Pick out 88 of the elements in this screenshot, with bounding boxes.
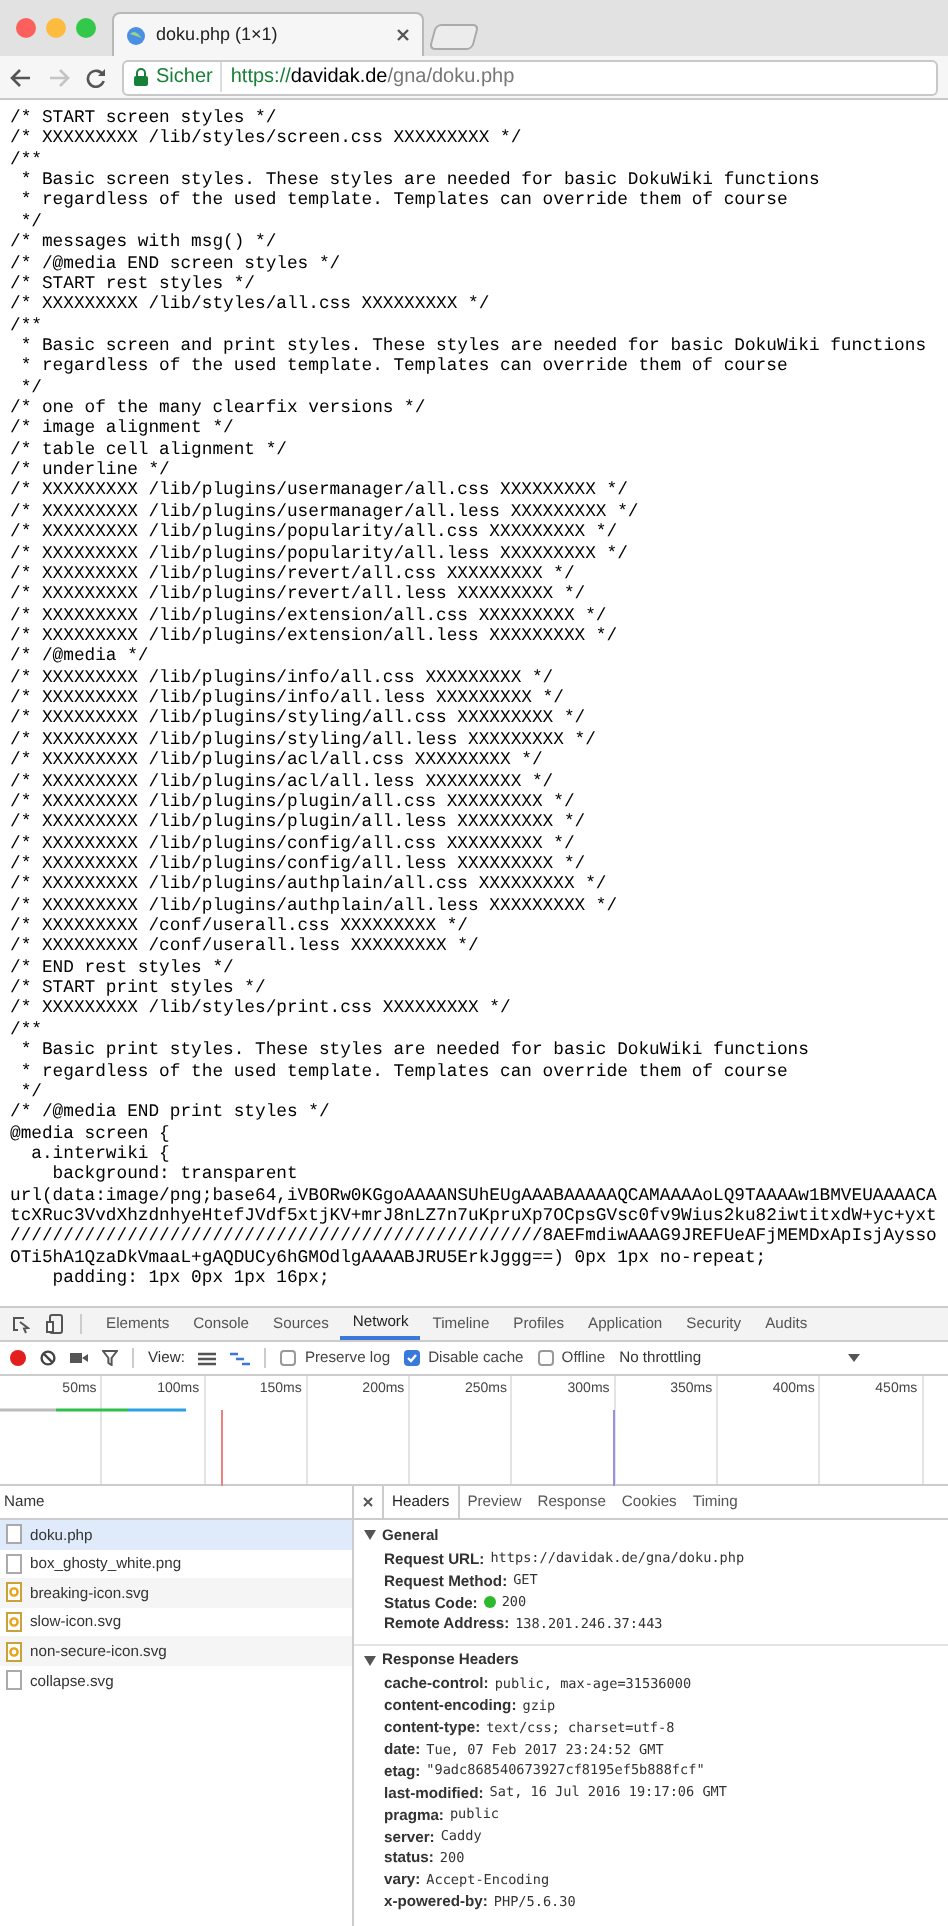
- code-line: a.interwiki {: [29, 1143, 170, 1165]
- code-line: /* XXXXXXXXX /lib/plugins/config/all.css XXXXXXXXX */: [10, 833, 575, 854]
- code-line: background: transparent: [50, 1164, 298, 1186]
- image-file-icon: [6, 1582, 22, 1603]
- code-line: * Basic print styles. These styles are needed for basic DokuWiki functions: [18, 1040, 809, 1062]
- code-line: /* XXXXXXXXX /lib/plugins/acl/all.less XXXXXXXXX */: [10, 771, 554, 792]
- code-line: /* XXXXXXXXX /lib/plugins/info/all.less XXXXXXXXX */: [10, 688, 564, 709]
- code-line: /* XXXXXXXXX /conf/userall.less XXXXXXXXX */: [10, 936, 479, 958]
- close-icon[interactable]: [396, 28, 410, 42]
- code-line: * Basic screen styles. These styles are needed for basic DokuWiki functions: [18, 170, 820, 191]
- inspect-element-icon[interactable]: [12, 1315, 30, 1333]
- file-icon: [6, 1670, 22, 1691]
- record-button[interactable]: [10, 1350, 26, 1366]
- code-line: * regardless of the used template. Templates can override them of course: [18, 356, 788, 378]
- checkbox[interactable]: [280, 1349, 297, 1366]
- code-line: /* START print styles */: [10, 978, 266, 999]
- code-line: /* START rest styles */: [10, 273, 255, 295]
- waterfall-view-icon[interactable]: [230, 1351, 251, 1365]
- dropdown-arrow-icon: [848, 1353, 860, 1362]
- code-line: /* one of the many clearfix versions */: [10, 398, 426, 419]
- code-line: /* XXXXXXXXX /lib/plugins/acl/all.css XXXXXXXXX */: [10, 750, 543, 771]
- lock-icon: [134, 68, 148, 86]
- code-line: /* XXXXXXXXX /conf/userall.css XXXXXXXXX */: [10, 916, 469, 937]
- code-line: */: [18, 377, 42, 399]
- code-line: /* XXXXXXXXX /lib/plugins/authplain/all.css XXXXXXXXX */: [10, 874, 607, 896]
- code-line: /* XXXXXXXXX /lib/plugins/revert/all.less XXXXXXXXX */: [10, 584, 586, 606]
- code-line: /* /@media END print styles */: [10, 1102, 330, 1124]
- code-line: /* XXXXXXXXX /lib/plugins/popularity/all.less XXXXXXXXX */: [10, 543, 628, 564]
- code-line: /* END rest styles */: [10, 957, 234, 979]
- code-line: /* XXXXXXXXX /lib/plugins/plugin/all.css XXXXXXXXX */: [10, 791, 575, 813]
- file-icon: [6, 1553, 22, 1574]
- disclosure-triangle-icon[interactable]: [364, 1655, 376, 1666]
- address-bar[interactable]: Sicher https://davidak.de/gna/doku.php: [122, 59, 938, 95]
- code-line: /* XXXXXXXXX /lib/styles/print.css XXXXXXXXX */: [10, 998, 511, 1020]
- code-line: padding: 1px 0px 1px 16px;: [50, 1268, 330, 1289]
- code-line: @media screen {: [10, 1123, 170, 1144]
- clear-icon[interactable]: [40, 1350, 56, 1366]
- code-line: /* XXXXXXXXX /lib/plugins/popularity/all.css XXXXXXXXX */: [10, 522, 618, 544]
- code-line: /* START screen styles */: [10, 108, 277, 129]
- code-line: /* XXXXXXXXX /lib/plugins/usermanager/all.less XXXXXXXXX */: [10, 501, 639, 523]
- code-line: /* XXXXXXXXX /lib/plugins/config/all.less XXXXXXXXX */: [10, 853, 586, 875]
- close-icon[interactable]: [362, 1496, 374, 1508]
- filter-icon[interactable]: [102, 1350, 118, 1366]
- code-line: /* XXXXXXXXX /lib/plugins/styling/all.css XXXXXXXXX */: [10, 708, 586, 730]
- code-line: /* /@media */: [10, 646, 149, 668]
- code-line: /**: [10, 149, 42, 171]
- file-icon: [6, 1524, 22, 1545]
- globe-icon: [126, 25, 146, 45]
- url-text: https://davidak.de/gna/doku.php: [230, 64, 515, 92]
- code-line: /* XXXXXXXXX /lib/plugins/info/all.css XXXXXXXXX */: [10, 667, 554, 689]
- list-view-icon[interactable]: [198, 1351, 217, 1365]
- code-line: /* /@media END screen styles */: [10, 253, 341, 274]
- code-line: * regardless of the used template. Templates can override them of course: [18, 190, 788, 212]
- code-line: /* table cell alignment */: [10, 439, 287, 461]
- code-line: /* messages with msg() */: [10, 232, 277, 254]
- code-line: /* XXXXXXXXX /lib/plugins/authplain/all.less XXXXXXXXX */: [10, 895, 618, 917]
- code-line: /* XXXXXXXXX /lib/styles/screen.css XXXXXXXXX */: [10, 128, 522, 150]
- code-line: /* XXXXXXXXX /lib/plugins/plugin/all.less XXXXXXXXX */: [10, 812, 586, 834]
- code-line: /* XXXXXXXXX /lib/plugins/extension/all.css XXXXXXXXX */: [10, 605, 607, 626]
- checkbox[interactable]: [537, 1349, 554, 1366]
- security-label: Sicher: [156, 62, 223, 92]
- code-line: tcXRuc3VvdXhzdnhyeHtefJVdf5xtjKV+mrJ8nLZ7n7uKpruXp7OCpsGVsc0fv9Wius2ku82iwtitxdW+yc+yxt: [10, 1206, 937, 1227]
- code-line: /* XXXXXXXXX /lib/plugins/extension/all.less XXXXXXXXX */: [10, 625, 618, 647]
- checkbox[interactable]: [404, 1349, 421, 1366]
- code-line: /* XXXXXXXXX /lib/styles/all.css XXXXXXXXX */: [10, 294, 490, 316]
- disclosure-triangle-icon[interactable]: [364, 1530, 376, 1540]
- tab-title: doku.php (1×1): [156, 21, 280, 48]
- code-line: */: [18, 211, 42, 233]
- code-line: * regardless of the used template. Templates can override them of course: [18, 1061, 788, 1082]
- code-line: /* XXXXXXXXX /lib/plugins/styling/all.less XXXXXXXXX */: [10, 729, 596, 751]
- video-camera-icon[interactable]: [70, 1352, 88, 1364]
- code-line: */: [18, 1081, 42, 1103]
- back-icon[interactable]: [10, 67, 32, 87]
- code-line: /* XXXXXXXXX /lib/plugins/revert/all.css XXXXXXXXX */: [10, 563, 575, 585]
- code-line: /**: [10, 1019, 42, 1041]
- code-line: OTi5hA1QzaDkVmaaL+gAQDUCy6hGMOdlgAAAABJRU5ErkJggg==) 0px 1px no-repeat;: [10, 1247, 767, 1269]
- image-file-icon: [6, 1641, 22, 1662]
- browser-tab[interactable]: doku.php (1×1): [112, 12, 424, 56]
- reload-icon[interactable]: [86, 67, 106, 87]
- device-mode-icon[interactable]: [46, 1314, 64, 1334]
- code-line: /* XXXXXXXXX /lib/plugins/usermanager/all.css XXXXXXXXX */: [10, 480, 628, 502]
- code-line: * Basic screen and print styles. These styles are needed for basic DokuWiki functions: [18, 335, 927, 357]
- code-line: /* image alignment */: [10, 418, 234, 440]
- code-line: /**: [10, 315, 42, 336]
- code-line: //////////////////////////////////////////////////8AEFmdiwAAAG9JREFUeAFjMEMDxApIsjAysso: [10, 1226, 937, 1248]
- code-line: url(data:image/png;base64,iVBORw0KGgoAAAANSUhEUgAAABAAAAAQCAMAAAAoLQ9TAAAAw1BMVEUAAAACA: [10, 1185, 937, 1207]
- image-file-icon: [6, 1612, 22, 1633]
- code-line: /* underline */: [10, 460, 170, 481]
